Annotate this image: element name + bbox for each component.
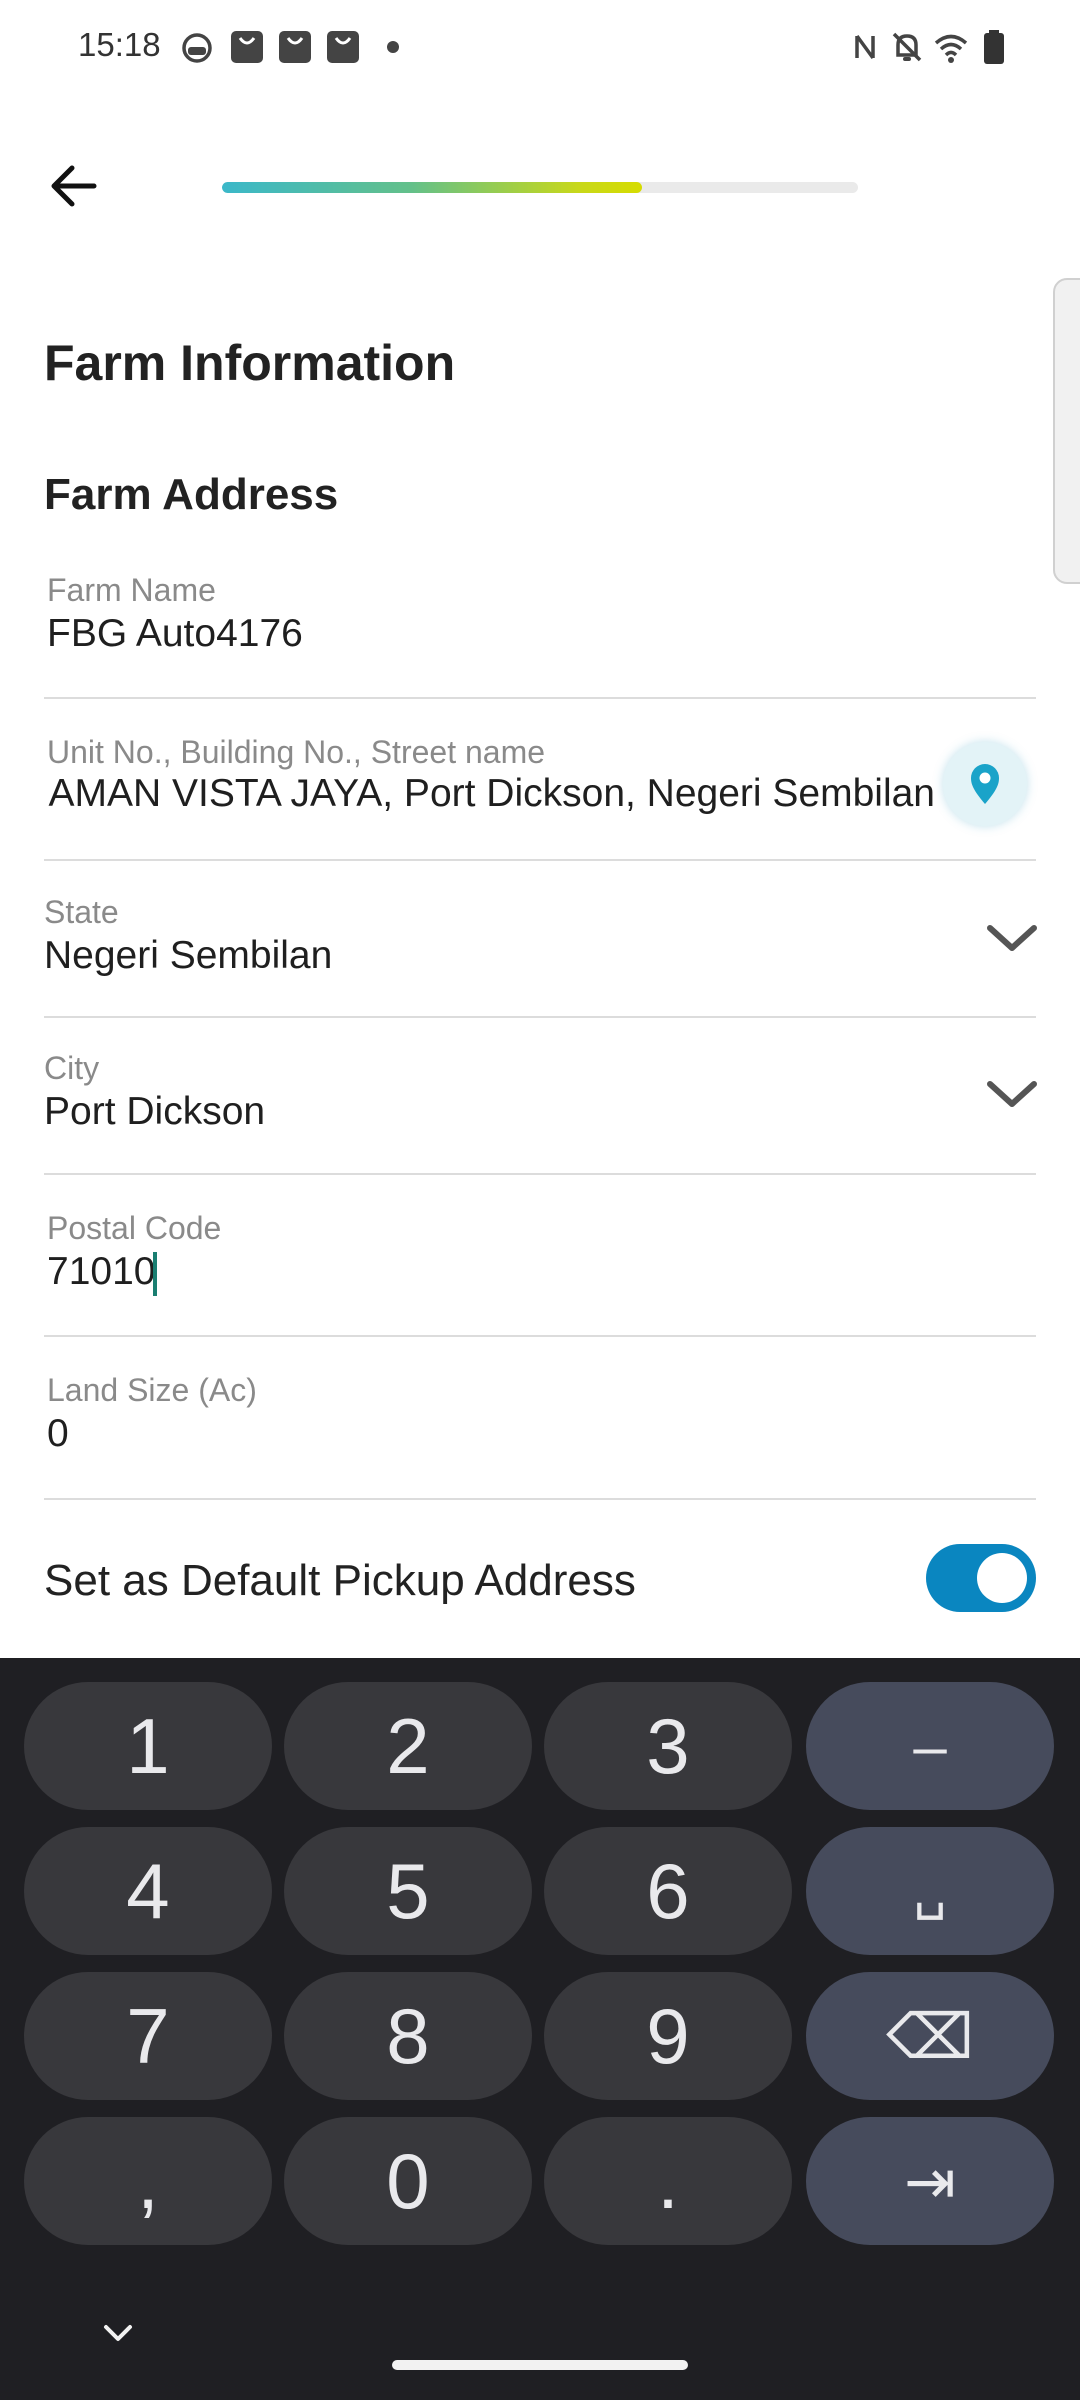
divider xyxy=(44,1016,1036,1018)
postal-code-label: Postal Code xyxy=(47,1210,222,1246)
shopping-bag-icon xyxy=(231,31,263,63)
key-comma[interactable]: , xyxy=(24,2117,272,2245)
key-7[interactable]: 7 xyxy=(24,1972,272,2100)
key-6[interactable]: 6 xyxy=(544,1827,792,1955)
farm-name-label: Farm Name xyxy=(47,572,216,608)
key-0[interactable]: 0 xyxy=(284,2117,532,2245)
location-pin-button[interactable] xyxy=(943,742,1027,826)
land-size-input[interactable]: 0 xyxy=(47,1412,69,1456)
bell-off-icon xyxy=(892,32,922,62)
state-label: State xyxy=(44,894,119,930)
section-title: Farm Address xyxy=(44,470,339,519)
key-5[interactable]: 5 xyxy=(284,1827,532,1955)
city-label: City xyxy=(44,1050,100,1086)
space-key[interactable]: ␣ xyxy=(806,1827,1054,1955)
progress-bar xyxy=(222,182,858,193)
status-time: 15:18 xyxy=(78,26,161,63)
address-label: Unit No., Building No., Street name xyxy=(47,734,546,770)
divider xyxy=(44,697,1036,699)
back-arrow-button[interactable] xyxy=(42,150,114,222)
progress-bar-fill xyxy=(222,182,642,193)
key-4[interactable]: 4 xyxy=(24,1827,272,1955)
divider xyxy=(44,1335,1036,1337)
status-bar: 15:18 xyxy=(0,0,1080,96)
backspace-key[interactable]: ⌫ xyxy=(806,1972,1054,2100)
key-8[interactable]: 8 xyxy=(284,1972,532,2100)
city-select[interactable]: Port Dickson xyxy=(44,1090,265,1134)
shopping-bag-icon xyxy=(327,31,359,63)
postal-code-input[interactable]: 71010 xyxy=(47,1250,155,1294)
android-icon xyxy=(182,33,212,63)
key-9[interactable]: 9 xyxy=(544,1972,792,2100)
key-3[interactable]: 3 xyxy=(544,1682,792,1810)
default-pickup-toggle[interactable] xyxy=(926,1544,1036,1612)
default-pickup-label: Set as Default Pickup Address xyxy=(44,1556,636,1605)
scroll-indicator[interactable] xyxy=(1053,278,1080,584)
divider xyxy=(44,1173,1036,1175)
shopping-bag-icon xyxy=(279,31,311,63)
next-field-key[interactable]: ⇥ xyxy=(806,2117,1054,2245)
farm-name-input[interactable]: FBG Auto4176 xyxy=(47,612,303,656)
page-title: Farm Information xyxy=(44,335,456,391)
state-select[interactable]: Negeri Sembilan xyxy=(44,934,332,978)
text-caret xyxy=(153,1252,157,1296)
address-value: AMAN VISTA JAYA, Port Dickson, Negeri Se… xyxy=(48,772,935,815)
nfc-icon xyxy=(855,34,875,60)
key-dash[interactable]: – xyxy=(806,1682,1054,1810)
toggle-knob xyxy=(977,1553,1027,1603)
key-1[interactable]: 1 xyxy=(24,1682,272,1810)
address-input[interactable]: AMAN VISTA JAYA, Port Dickson, Negeri Se… xyxy=(44,772,939,828)
battery-icon xyxy=(984,30,1004,64)
chevron-down-icon[interactable] xyxy=(982,918,1042,958)
wifi-icon xyxy=(934,34,968,63)
dot-icon xyxy=(387,41,399,53)
key-period[interactable]: . xyxy=(544,2117,792,2245)
chevron-down-icon[interactable] xyxy=(982,1074,1042,1114)
keyboard-collapse-icon[interactable] xyxy=(96,2318,140,2348)
numeric-keyboard: 1 2 3 – 4 5 6 ␣ 7 8 9 ⌫ , 0 . ⇥ xyxy=(0,1658,1080,2400)
home-indicator[interactable] xyxy=(392,2360,688,2370)
divider xyxy=(44,1498,1036,1500)
key-2[interactable]: 2 xyxy=(284,1682,532,1810)
location-pin-icon xyxy=(971,764,999,804)
divider xyxy=(44,859,1036,861)
land-size-label: Land Size (Ac) xyxy=(47,1372,257,1408)
